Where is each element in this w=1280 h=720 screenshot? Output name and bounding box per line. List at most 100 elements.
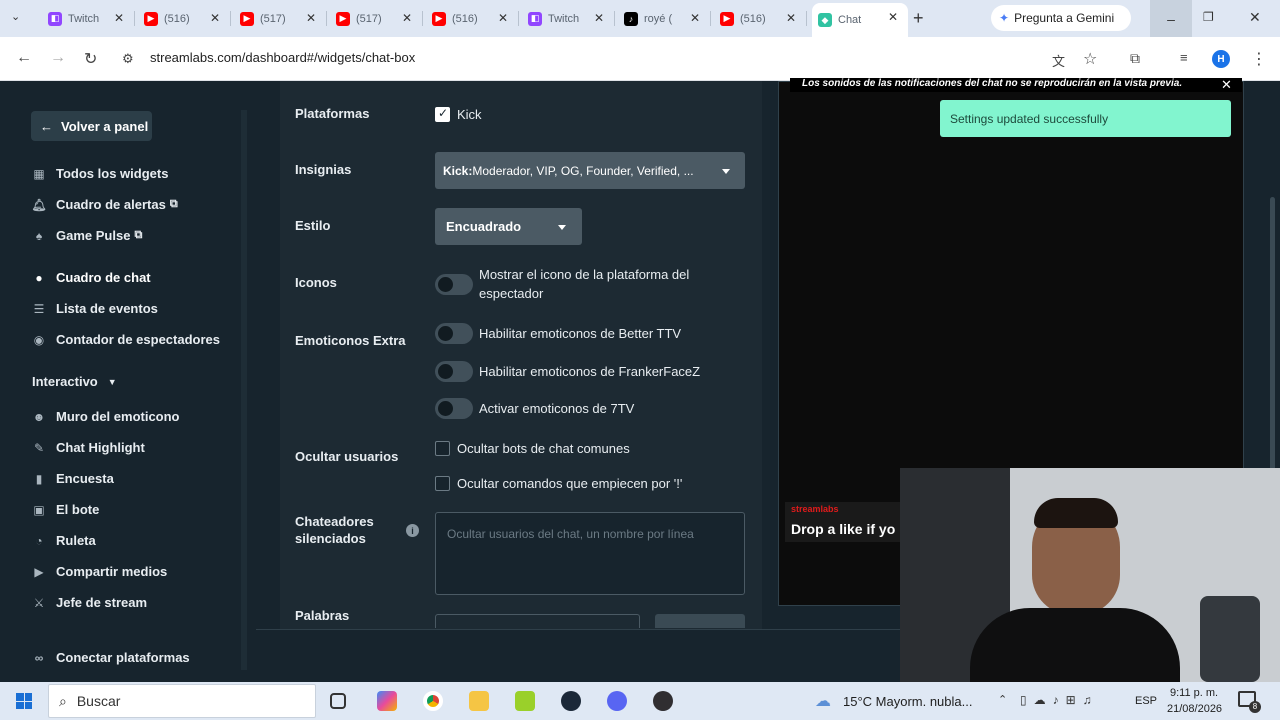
language-indicator[interactable]: ESP xyxy=(1135,695,1157,707)
tab-list-button[interactable]: ⌄ xyxy=(11,10,20,23)
tab-3[interactable]: ▶ (517) ✕ xyxy=(234,4,327,33)
sidebar-item-label: Compartir medios xyxy=(56,564,168,579)
hide-users-label: Ocultar usuarios xyxy=(295,449,399,464)
close-tab-icon[interactable]: ✕ xyxy=(888,10,898,24)
sidebar-item-chat-box[interactable]: ● Cuadro de chat xyxy=(32,270,150,285)
tab-5[interactable]: ▶ (516) ✕ xyxy=(426,4,519,33)
extensions-icon[interactable]: ⧉ xyxy=(1130,50,1140,67)
sidebar-item-tip-jar[interactable]: ▣ El bote xyxy=(32,502,99,517)
hide-bots-label: Ocultar bots de chat comunes xyxy=(457,441,630,456)
gemini-button[interactable]: ✦ Pregunta a Gemini xyxy=(991,5,1131,31)
sidebar-item-media-share[interactable]: ▶ Compartir medios xyxy=(32,564,167,579)
site-settings-icon[interactable]: ⚙ xyxy=(122,51,134,67)
close-tab-icon[interactable]: ✕ xyxy=(114,11,124,25)
badges-dropdown[interactable]: Kick: Moderador, VIP, OG, Founder, Verif… xyxy=(435,152,745,189)
profile-avatar[interactable]: H xyxy=(1212,50,1230,68)
kick-platform-checkbox[interactable]: ✓ xyxy=(435,106,450,122)
sidebar-item-poll[interactable]: ▮ Encuesta xyxy=(32,471,114,486)
back-arrow-icon[interactable]: ← xyxy=(16,49,32,67)
sidebar-section-interactive[interactable]: Interactivo ▼ xyxy=(32,374,117,389)
hide-bots-checkbox[interactable] xyxy=(435,441,450,456)
tray-chevron-icon[interactable]: ⌃ xyxy=(998,693,1007,706)
tab-4[interactable]: ▶ (517) ✕ xyxy=(330,4,423,33)
info-icon[interactable]: i xyxy=(406,524,419,537)
ffz-emotes-toggle[interactable] xyxy=(435,361,473,382)
translate-icon[interactable]: 文 xyxy=(1052,51,1065,70)
reload-icon[interactable]: ↻ xyxy=(84,49,97,69)
hide-commands-label: Ocultar comandos que empiecen por '!' xyxy=(457,476,683,491)
obs-icon[interactable] xyxy=(653,691,673,711)
sidebar-item-alert-box[interactable]: 🔔︎ Cuadro de alertas ⧉ xyxy=(31,197,177,212)
success-toast: Settings updated successfully xyxy=(940,100,1231,137)
sidebar-item-chat-highlight[interactable]: ✎ Chat Highlight xyxy=(32,440,145,455)
close-tab-icon[interactable]: ✕ xyxy=(402,11,412,25)
tab-2[interactable]: ▶ (516) ✕ xyxy=(138,4,231,33)
weather-icon[interactable]: ☁ xyxy=(815,691,831,711)
words-add-button[interactable] xyxy=(655,614,745,628)
tab-7[interactable]: ♪ royé (✕ xyxy=(618,4,711,33)
weather-text[interactable]: 15°C Mayorm. nubla... xyxy=(843,694,972,709)
platform-icon-toggle[interactable] xyxy=(435,274,473,295)
words-input[interactable] xyxy=(435,614,640,628)
file-explorer-icon[interactable] xyxy=(469,691,489,711)
sidebar-item-all-widgets[interactable]: ▦ Todos los widgets xyxy=(32,166,168,181)
clock-date[interactable]: 21/08/2026 xyxy=(1167,703,1222,715)
youtube-icon: ▶ xyxy=(144,11,158,26)
task-view-icon[interactable] xyxy=(330,693,346,709)
webcam-person-hair xyxy=(1034,498,1118,528)
sidebar-item-event-list[interactable]: ☰ Lista de eventos xyxy=(32,301,158,316)
steam-icon[interactable] xyxy=(561,691,581,711)
address-bar[interactable]: streamlabs.com/dashboard#/widgets/chat-b… xyxy=(150,50,415,65)
close-tab-icon[interactable]: ✕ xyxy=(210,11,220,25)
style-label: Estilo xyxy=(295,218,331,233)
chrome-icon[interactable] xyxy=(423,691,443,711)
sidebar-item-stream-boss[interactable]: ⚔ Jefe de stream xyxy=(32,595,147,610)
bookmark-star-icon[interactable]: ☆ xyxy=(1083,49,1097,69)
arrow-left-icon: ← xyxy=(40,118,53,134)
close-tab-icon[interactable]: ✕ xyxy=(306,11,316,25)
close-tab-icon[interactable]: ✕ xyxy=(786,11,796,25)
close-tab-icon[interactable]: ✕ xyxy=(498,11,508,25)
taskbar-search-box[interactable]: ⌕ Buscar xyxy=(48,684,316,718)
badges-value: Moderador, VIP, OG, Founder, Verified, .… xyxy=(472,163,694,178)
media-control-icon[interactable]: ≡ xyxy=(1180,50,1188,65)
taskbar-search-placeholder: Buscar xyxy=(76,693,121,709)
youtube-icon: ▶ xyxy=(240,11,254,26)
restore-button[interactable]: ❐ xyxy=(1203,10,1214,24)
hide-commands-checkbox[interactable] xyxy=(435,476,450,491)
sidebar-item-wheel[interactable]: ◔ Ruleta xyxy=(32,533,96,548)
clock-time[interactable]: 9:11 p. m. xyxy=(1170,687,1218,699)
close-tab-icon[interactable]: ✕ xyxy=(594,11,604,25)
pulse-icon: ♠ xyxy=(35,228,43,243)
tab-8[interactable]: ▶ (516) ✕ xyxy=(714,4,807,33)
new-tab-button[interactable]: + xyxy=(913,8,924,29)
pes-game-icon[interactable] xyxy=(515,691,535,711)
tab-1[interactable]: ◧ Twitch ✕ xyxy=(42,4,135,33)
sidebar-item-label: Ruleta xyxy=(56,533,96,548)
close-tab-icon[interactable]: ✕ xyxy=(690,11,700,25)
tray-icons[interactable]: ▯☁♪⊞♫ xyxy=(1020,693,1099,707)
copilot-icon[interactable] xyxy=(377,691,397,711)
browser-menu-icon[interactable]: ⋮ xyxy=(1251,49,1267,69)
link-icon: ∞ xyxy=(34,650,44,665)
sidebar-scrollbar[interactable] xyxy=(241,110,247,670)
poll-icon: ▮ xyxy=(35,471,43,486)
tab-separator xyxy=(518,11,519,26)
close-window-button[interactable]: ✕ xyxy=(1249,9,1261,26)
back-to-dashboard-button[interactable]: ← Volver a panel xyxy=(31,111,152,141)
bttv-emotes-toggle[interactable] xyxy=(435,323,473,344)
minimize-button[interactable]: – xyxy=(1150,0,1192,37)
forward-arrow-icon[interactable]: → xyxy=(50,49,66,67)
sidebar-item-viewer-count[interactable]: ◉ Contador de espectadores xyxy=(32,332,220,347)
tab-6[interactable]: ◧ Twitch ✕ xyxy=(522,4,615,33)
style-dropdown[interactable]: Encuadrado xyxy=(435,208,582,245)
sidebar-item-connect-platforms[interactable]: ∞ Conectar plataformas xyxy=(32,650,190,665)
sidebar-item-game-pulse[interactable]: ♠ Game Pulse ⧉ xyxy=(32,228,142,243)
sidebar-item-emote-wall[interactable]: ☻ Muro del emoticono xyxy=(32,409,180,424)
discord-icon[interactable] xyxy=(607,691,627,711)
close-notice-icon[interactable]: ✕ xyxy=(1221,77,1232,93)
muted-chatters-textarea[interactable]: Ocultar usuarios del chat, un nombre por… xyxy=(435,512,745,595)
windows-start-icon[interactable] xyxy=(16,693,32,709)
tab-9[interactable]: ◆ Chat ✕ xyxy=(812,3,908,37)
7tv-emotes-toggle[interactable] xyxy=(435,398,473,419)
